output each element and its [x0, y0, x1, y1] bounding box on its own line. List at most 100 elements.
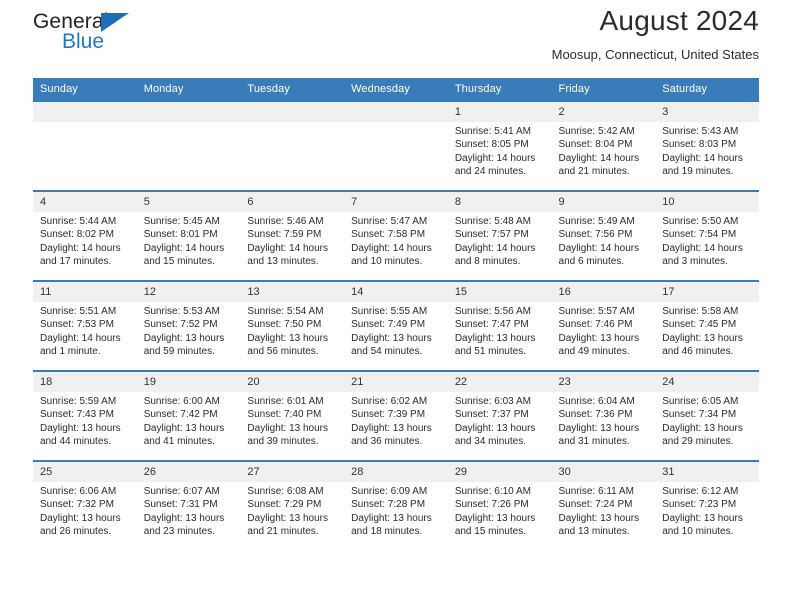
sunset-text: Sunset: 7:43 PM	[40, 409, 114, 421]
sunset-text: Sunset: 7:59 PM	[247, 229, 322, 241]
calendar-day-cell[interactable]: 19 Sunrise: 6:00 AM Sunset: 7:42 PM Dayligh…	[136, 370, 241, 461]
calendar-day-cell[interactable]: 3 Sunrise: 5:43 AM Sunset: 8:03 PM Daylight…	[655, 100, 759, 191]
calendar-cell-empty[interactable]	[240, 100, 345, 191]
sunrise-text: Sunrise: 5:47 AM	[351, 216, 428, 227]
day-details: Sunrise: 6:03 AM Sunset: 7:37 PM Daylight:…	[448, 392, 552, 449]
calendar-day-cell[interactable]: 13 Sunrise: 5:54 AM Sunset: 7:50 PM Dayligh…	[240, 280, 345, 371]
calendar-day-cell[interactable]: 22 Sunrise: 6:03 AM Sunset: 7:37 PM Dayligh…	[447, 370, 552, 461]
calendar-cell-inner: 3 Sunrise: 5:43 AM Sunset: 8:03 PM Daylight…	[655, 102, 759, 190]
sunset-text: Sunset: 7:29 PM	[247, 499, 322, 511]
weekday-header-saturday: Saturday	[655, 78, 759, 101]
daylight-text: Daylight: 13 hours and 10 minutes.	[662, 512, 743, 538]
title-block: August 2024 Moosup, Connecticut, United …	[552, 0, 759, 65]
sunset-text: Sunset: 7:40 PM	[247, 409, 322, 421]
day-number: 20	[240, 372, 345, 392]
day-details: Sunrise: 5:45 AM Sunset: 8:01 PM Daylight:…	[137, 212, 241, 269]
sunrise-text: Sunrise: 5:43 AM	[662, 126, 739, 137]
calendar-day-cell[interactable]: 30 Sunrise: 6:11 AM Sunset: 7:24 PM Dayligh…	[551, 460, 656, 551]
sunset-text: Sunset: 7:26 PM	[454, 499, 529, 511]
day-number: 22	[447, 372, 552, 392]
calendar-cell-inner: 18 Sunrise: 5:59 AM Sunset: 7:43 PM Dayligh…	[33, 372, 137, 460]
calendar-cell-empty[interactable]	[344, 100, 448, 191]
sunrise-text: Sunrise: 6:05 AM	[662, 396, 739, 407]
sunset-text: Sunset: 7:23 PM	[662, 499, 737, 511]
calendar-body: 1 Sunrise: 5:41 AM Sunset: 8:05 PM Daylight…	[33, 100, 759, 551]
calendar-day-cell[interactable]: 25 Sunrise: 6:06 AM Sunset: 7:32 PM Dayligh…	[33, 460, 137, 551]
weekday-header-tuesday: Tuesday	[240, 78, 345, 101]
sunset-text: Sunset: 7:57 PM	[454, 229, 529, 241]
calendar-day-cell[interactable]: 4 Sunrise: 5:44 AM Sunset: 8:02 PM Daylight…	[33, 190, 137, 281]
calendar-day-cell[interactable]: 24 Sunrise: 6:05 AM Sunset: 7:34 PM Dayligh…	[655, 370, 759, 461]
day-number: 15	[447, 282, 552, 302]
calendar-week-row: 4 Sunrise: 5:44 AM Sunset: 8:02 PM Daylight…	[33, 190, 759, 281]
day-details: Sunrise: 5:42 AM Sunset: 8:04 PM Daylight:…	[552, 122, 656, 179]
calendar-day-cell[interactable]: 14 Sunrise: 5:55 AM Sunset: 7:49 PM Dayligh…	[344, 280, 448, 371]
calendar-day-cell[interactable]: 23 Sunrise: 6:04 AM Sunset: 7:36 PM Dayligh…	[551, 370, 656, 461]
sunset-text: Sunset: 7:46 PM	[558, 319, 633, 331]
sunrise-text: Sunrise: 6:04 AM	[558, 396, 635, 407]
calendar-day-cell[interactable]: 11 Sunrise: 5:51 AM Sunset: 7:53 PM Dayligh…	[33, 280, 137, 371]
day-number: 2	[551, 102, 656, 122]
calendar-day-cell[interactable]: 10 Sunrise: 5:50 AM Sunset: 7:54 PM Dayligh…	[655, 190, 759, 281]
calendar-cell-inner: 10 Sunrise: 5:50 AM Sunset: 7:54 PM Dayligh…	[655, 192, 759, 280]
calendar-cell-inner: 26 Sunrise: 6:07 AM Sunset: 7:31 PM Dayligh…	[136, 462, 241, 550]
sunrise-text: Sunrise: 5:46 AM	[247, 216, 324, 227]
daylight-text: Daylight: 13 hours and 13 minutes.	[558, 512, 640, 538]
calendar-day-cell[interactable]: 16 Sunrise: 5:57 AM Sunset: 7:46 PM Dayligh…	[551, 280, 656, 371]
sunrise-text: Sunrise: 5:58 AM	[662, 306, 739, 317]
daylight-text: Daylight: 13 hours and 59 minutes.	[143, 332, 225, 358]
calendar-grid: Sunday Monday Tuesday Wednesday Thursday…	[33, 78, 759, 551]
sunset-text: Sunset: 7:37 PM	[454, 409, 529, 421]
calendar-cell-inner: 21 Sunrise: 6:02 AM Sunset: 7:39 PM Dayligh…	[344, 372, 448, 460]
day-number: 16	[551, 282, 656, 302]
day-details: Sunrise: 5:51 AM Sunset: 7:53 PM Daylight:…	[33, 302, 137, 359]
calendar-cell-inner: 15 Sunrise: 5:56 AM Sunset: 7:47 PM Dayligh…	[447, 282, 552, 370]
calendar-cell-inner: 23 Sunrise: 6:04 AM Sunset: 7:36 PM Dayligh…	[551, 372, 656, 460]
day-details: Sunrise: 5:50 AM Sunset: 7:54 PM Daylight:…	[655, 212, 759, 269]
day-number: 31	[655, 462, 759, 482]
daylight-text: Daylight: 14 hours and 6 minutes.	[558, 242, 640, 268]
calendar-day-cell[interactable]: 27 Sunrise: 6:08 AM Sunset: 7:29 PM Dayligh…	[240, 460, 345, 551]
day-details: Sunrise: 5:46 AM Sunset: 7:59 PM Daylight:…	[240, 212, 344, 269]
day-details: Sunrise: 5:49 AM Sunset: 7:56 PM Daylight:…	[552, 212, 656, 269]
day-details: Sunrise: 6:00 AM Sunset: 7:42 PM Daylight:…	[137, 392, 241, 449]
calendar-week-row: 1 Sunrise: 5:41 AM Sunset: 8:05 PM Daylight…	[33, 100, 759, 191]
calendar-day-cell[interactable]: 1 Sunrise: 5:41 AM Sunset: 8:05 PM Daylight…	[447, 100, 552, 191]
calendar-day-cell[interactable]: 6 Sunrise: 5:46 AM Sunset: 7:59 PM Daylight…	[240, 190, 345, 281]
sunrise-text: Sunrise: 6:10 AM	[454, 486, 531, 497]
sunset-text: Sunset: 7:49 PM	[351, 319, 426, 331]
day-details: Sunrise: 5:44 AM Sunset: 8:02 PM Daylight:…	[33, 212, 137, 269]
calendar-day-cell[interactable]: 7 Sunrise: 5:47 AM Sunset: 7:58 PM Daylight…	[344, 190, 448, 281]
daylight-text: Daylight: 14 hours and 21 minutes.	[558, 152, 640, 178]
calendar-cell-empty[interactable]	[136, 100, 241, 191]
calendar-day-cell[interactable]: 15 Sunrise: 5:56 AM Sunset: 7:47 PM Dayligh…	[447, 280, 552, 371]
calendar-day-cell[interactable]: 28 Sunrise: 6:09 AM Sunset: 7:28 PM Dayligh…	[344, 460, 448, 551]
calendar-day-cell[interactable]: 8 Sunrise: 5:48 AM Sunset: 7:57 PM Daylight…	[447, 190, 552, 281]
calendar-cell-inner	[240, 102, 345, 190]
calendar-day-cell[interactable]: 17 Sunrise: 5:58 AM Sunset: 7:45 PM Dayligh…	[655, 280, 759, 371]
calendar-day-cell[interactable]: 9 Sunrise: 5:49 AM Sunset: 7:56 PM Daylight…	[551, 190, 656, 281]
daylight-text: Daylight: 13 hours and 15 minutes.	[454, 512, 536, 538]
sunrise-text: Sunrise: 5:50 AM	[662, 216, 739, 227]
calendar-cell-inner: 7 Sunrise: 5:47 AM Sunset: 7:58 PM Daylight…	[344, 192, 448, 280]
calendar-week-row: 18 Sunrise: 5:59 AM Sunset: 7:43 PM Dayligh…	[33, 370, 759, 461]
calendar-day-cell[interactable]: 2 Sunrise: 5:42 AM Sunset: 8:04 PM Daylight…	[551, 100, 656, 191]
general-blue-logo[interactable]: General Blue	[33, 10, 163, 62]
day-number: 25	[33, 462, 137, 482]
daylight-text: Daylight: 13 hours and 23 minutes.	[143, 512, 225, 538]
sunrise-text: Sunrise: 5:44 AM	[40, 216, 117, 227]
calendar-day-cell[interactable]: 31 Sunrise: 6:12 AM Sunset: 7:23 PM Dayligh…	[655, 460, 759, 551]
sunset-text: Sunset: 7:58 PM	[351, 229, 426, 241]
calendar-day-cell[interactable]: 12 Sunrise: 5:53 AM Sunset: 7:52 PM Dayligh…	[136, 280, 241, 371]
day-number	[136, 102, 241, 122]
calendar-day-cell[interactable]: 29 Sunrise: 6:10 AM Sunset: 7:26 PM Dayligh…	[447, 460, 552, 551]
calendar-cell-empty[interactable]	[33, 100, 137, 191]
sunset-text: Sunset: 8:01 PM	[143, 229, 218, 241]
calendar-day-cell[interactable]: 18 Sunrise: 5:59 AM Sunset: 7:43 PM Dayligh…	[33, 370, 137, 461]
calendar-day-cell[interactable]: 26 Sunrise: 6:07 AM Sunset: 7:31 PM Dayligh…	[136, 460, 241, 551]
calendar-day-cell[interactable]: 5 Sunrise: 5:45 AM Sunset: 8:01 PM Daylight…	[136, 190, 241, 281]
sunrise-text: Sunrise: 5:57 AM	[558, 306, 635, 317]
calendar-day-cell[interactable]: 20 Sunrise: 6:01 AM Sunset: 7:40 PM Dayligh…	[240, 370, 345, 461]
daylight-text: Daylight: 13 hours and 44 minutes.	[40, 422, 121, 448]
calendar-day-cell[interactable]: 21 Sunrise: 6:02 AM Sunset: 7:39 PM Dayligh…	[344, 370, 448, 461]
